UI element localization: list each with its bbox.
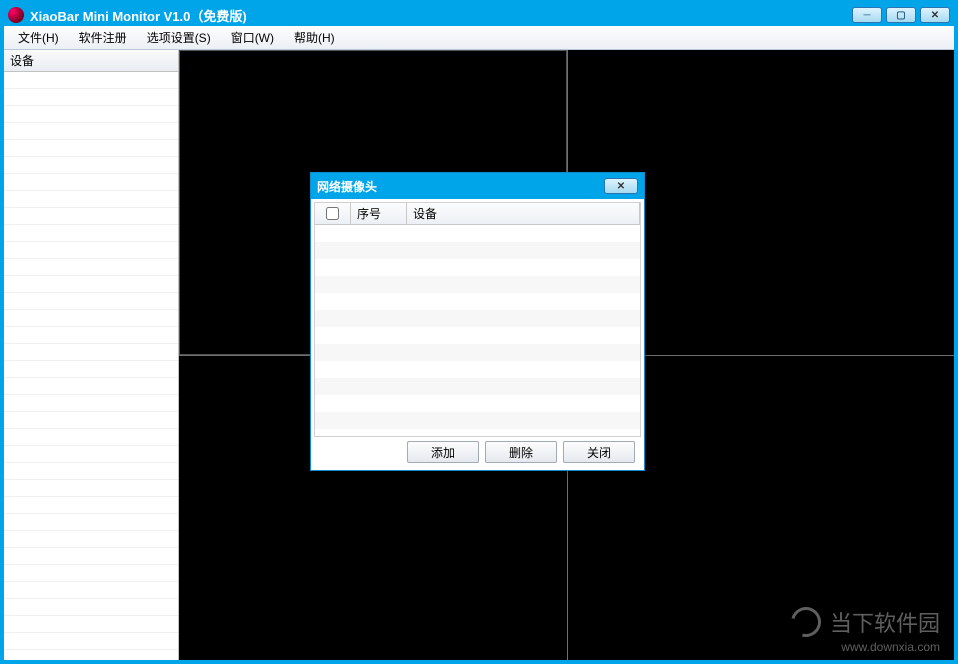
dialog-close-button[interactable]: ✕ [604,178,638,194]
list-item [4,616,178,633]
list-item [4,463,178,480]
list-item [4,361,178,378]
list-item [4,106,178,123]
list-item [4,480,178,497]
dialog-titlebar[interactable]: 网络摄像头 ✕ [311,173,644,199]
camera-table: 序号 设备 [314,202,641,437]
list-item [4,531,178,548]
list-item [4,310,178,327]
app-title: XiaoBar Mini Monitor V1.0（免费版) [30,6,247,25]
list-item [4,293,178,310]
table-row [315,225,640,242]
menu-window[interactable]: 窗口(W) [221,27,284,48]
table-row [315,293,640,310]
minimize-button[interactable]: ─ [852,7,882,23]
list-item [4,548,178,565]
close-dialog-button[interactable]: 关闭 [563,441,635,463]
list-item [4,378,178,395]
dialog-body: 序号 设备 添加 删除 [311,199,644,470]
menubar: 文件(H) 软件注册 选项设置(S) 窗口(W) 帮助(H) [4,26,954,50]
column-seq-label: 序号 [357,205,381,222]
window-buttons: ─ ▢ ✕ [852,7,950,23]
list-item [4,140,178,157]
table-row [315,412,640,429]
device-sidebar: 设备 [4,50,179,660]
list-item [4,174,178,191]
column-device[interactable]: 设备 [407,203,640,224]
list-item [4,497,178,514]
list-item [4,157,178,174]
list-item [4,344,178,361]
menu-file[interactable]: 文件(H) [8,27,69,48]
list-item [4,565,178,582]
menu-register[interactable]: 软件注册 [69,27,137,48]
table-body[interactable] [315,225,640,436]
list-item [4,327,178,344]
list-item [4,276,178,293]
dialog-button-bar: 添加 删除 关闭 [314,437,641,467]
table-row [315,259,640,276]
table-row [315,242,640,259]
table-row [315,327,640,344]
list-item [4,633,178,650]
list-item [4,599,178,616]
table-row [315,276,640,293]
table-header: 序号 设备 [315,203,640,225]
list-item [4,225,178,242]
menu-options[interactable]: 选项设置(S) [137,27,221,48]
column-checkbox[interactable] [315,203,351,224]
list-item [4,395,178,412]
list-item [4,89,178,106]
device-list[interactable] [4,72,178,660]
table-row [315,378,640,395]
list-item [4,446,178,463]
add-button[interactable]: 添加 [407,441,479,463]
table-row [315,395,640,412]
app-icon [8,7,24,23]
sidebar-header-label: 设备 [10,52,34,69]
list-item [4,514,178,531]
column-device-label: 设备 [413,205,437,222]
table-row [315,361,640,378]
list-item [4,208,178,225]
list-item [4,191,178,208]
delete-button[interactable]: 删除 [485,441,557,463]
list-item [4,123,178,140]
list-item [4,242,178,259]
network-camera-dialog: 网络摄像头 ✕ 序号 设备 [310,172,645,471]
select-all-checkbox[interactable] [326,207,339,220]
sidebar-header[interactable]: 设备 [4,50,178,72]
list-item [4,412,178,429]
titlebar[interactable]: XiaoBar Mini Monitor V1.0（免费版) ─ ▢ ✕ [4,4,954,26]
close-button[interactable]: ✕ [920,7,950,23]
list-item [4,259,178,276]
menu-help[interactable]: 帮助(H) [284,27,345,48]
maximize-button[interactable]: ▢ [886,7,916,23]
list-item [4,429,178,446]
list-item [4,72,178,89]
column-seq[interactable]: 序号 [351,203,407,224]
table-row [315,344,640,361]
dialog-title: 网络摄像头 [317,178,377,195]
table-row [315,310,640,327]
list-item [4,582,178,599]
